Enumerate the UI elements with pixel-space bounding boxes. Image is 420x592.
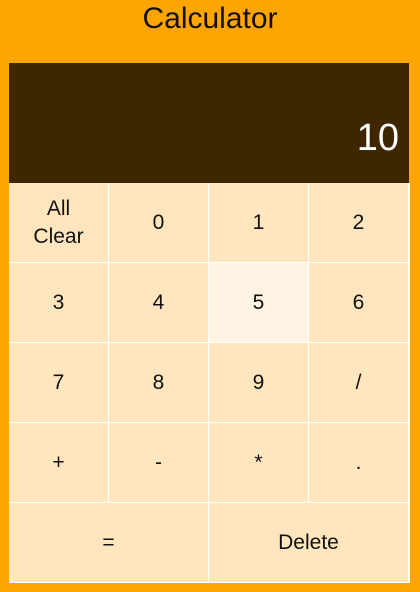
multiply-button[interactable]: * <box>209 423 309 503</box>
delete-label: Delete <box>278 530 339 554</box>
digit-4-label: 4 <box>152 290 165 314</box>
digit-6-button[interactable]: 6 <box>309 263 409 343</box>
digit-9-label: 9 <box>252 370 265 394</box>
divide-label: / <box>355 370 362 394</box>
digit-3-label: 3 <box>52 290 65 314</box>
plus-button[interactable]: + <box>9 423 109 503</box>
digit-0-label: 0 <box>152 210 165 234</box>
digit-7-button[interactable]: 7 <box>9 343 109 423</box>
multiply-label: * <box>254 450 263 474</box>
keypad: All Clear 0 1 2 3 4 5 6 7 8 9 / + - * . … <box>9 183 410 583</box>
digit-2-button[interactable]: 2 <box>309 183 409 263</box>
digit-7-label: 7 <box>52 370 65 394</box>
equals-button[interactable]: = <box>9 503 209 583</box>
all-clear-label: All Clear <box>33 197 84 248</box>
decimal-button[interactable]: . <box>309 423 409 503</box>
digit-5-button[interactable]: 5 <box>209 263 309 343</box>
all-clear-button[interactable]: All Clear <box>9 183 109 263</box>
digit-2-label: 2 <box>352 210 365 234</box>
delete-button[interactable]: Delete <box>209 503 409 583</box>
digit-5-label: 5 <box>252 290 265 314</box>
decimal-label: . <box>355 450 362 474</box>
app-title: Calculator <box>142 2 278 35</box>
minus-button[interactable]: - <box>109 423 209 503</box>
digit-4-button[interactable]: 4 <box>109 263 209 343</box>
divide-button[interactable]: / <box>309 343 409 423</box>
display-value: 10 <box>356 117 399 159</box>
digit-1-label: 1 <box>252 210 265 234</box>
minus-label: - <box>155 450 162 474</box>
digit-9-button[interactable]: 9 <box>209 343 309 423</box>
digit-3-button[interactable]: 3 <box>9 263 109 343</box>
plus-label: + <box>52 450 65 474</box>
equals-label: = <box>102 530 115 554</box>
digit-8-button[interactable]: 8 <box>109 343 209 423</box>
calculator-display: 10 <box>9 63 409 183</box>
digit-8-label: 8 <box>152 370 165 394</box>
digit-1-button[interactable]: 1 <box>209 183 309 263</box>
digit-0-button[interactable]: 0 <box>109 183 209 263</box>
digit-6-label: 6 <box>352 290 365 314</box>
